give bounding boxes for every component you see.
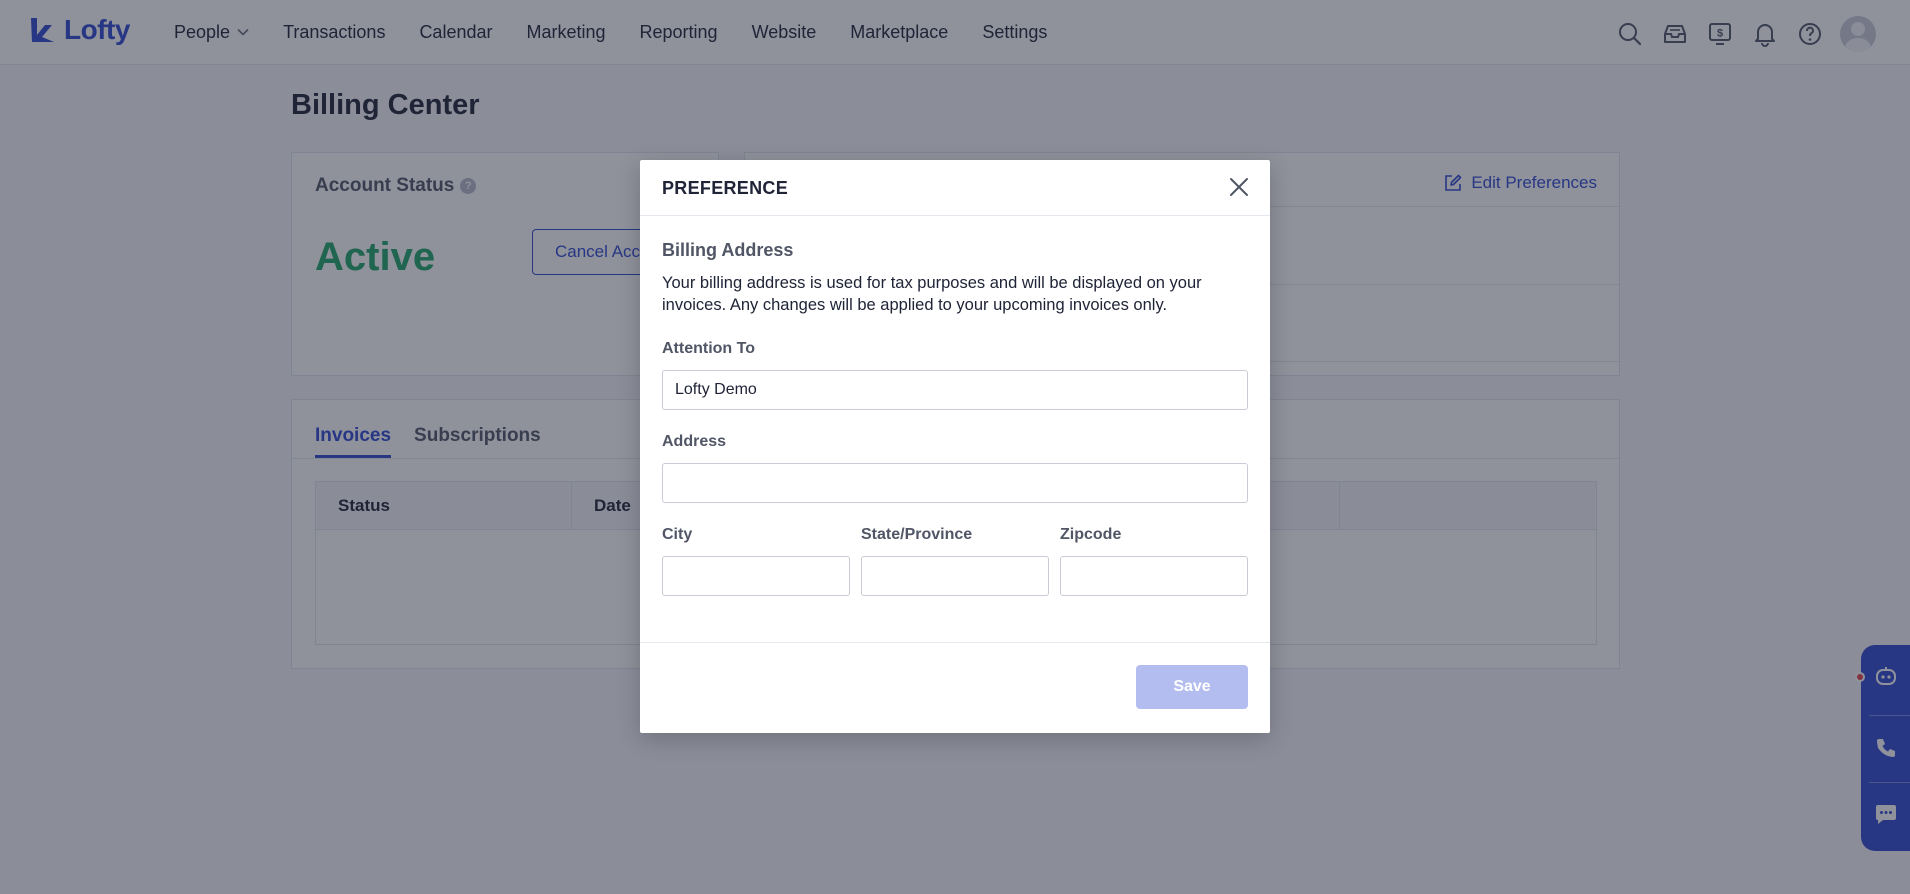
attention-to-input[interactable] xyxy=(662,370,1248,410)
close-button[interactable] xyxy=(1226,174,1252,200)
attention-to-label: Attention To xyxy=(662,340,756,357)
city-label: City xyxy=(662,526,693,543)
zipcode-input[interactable] xyxy=(1060,556,1248,596)
state-province-label: State/Province xyxy=(861,526,973,543)
section-title-billing-address: Billing Address xyxy=(662,240,794,260)
modal-header: PREFERENCE xyxy=(640,160,1270,216)
close-icon xyxy=(1230,178,1248,196)
state-province-input[interactable] xyxy=(861,556,1049,596)
billing-address-description: Your billing address is used for tax pur… xyxy=(662,274,1202,314)
save-button[interactable]: Save xyxy=(1136,665,1248,709)
zipcode-label: Zipcode xyxy=(1060,526,1122,543)
city-input[interactable] xyxy=(662,556,850,596)
modal-title: PREFERENCE xyxy=(662,178,789,198)
address-input[interactable] xyxy=(662,463,1248,503)
preference-modal: PREFERENCE Billing Address Your billing … xyxy=(640,160,1270,733)
modal-footer-divider xyxy=(640,642,1270,643)
address-label: Address xyxy=(662,433,727,450)
